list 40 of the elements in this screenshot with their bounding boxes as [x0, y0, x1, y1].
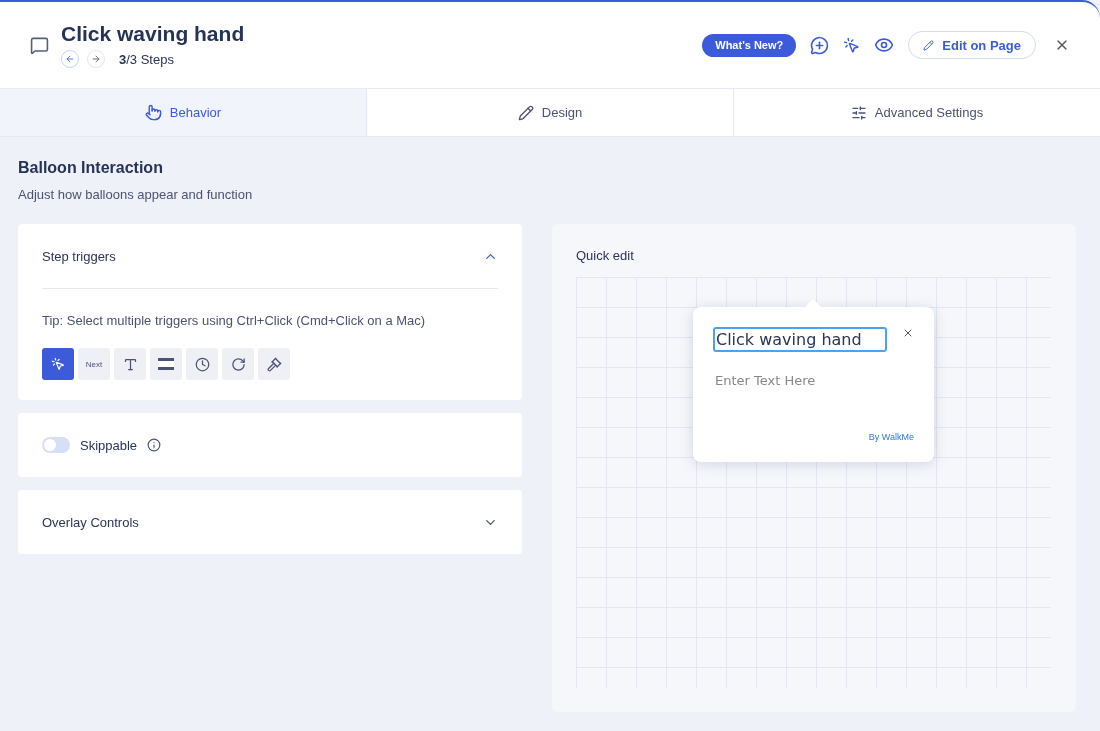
card-title: Step triggers [42, 248, 116, 264]
text-icon [122, 356, 138, 372]
rotate-icon [230, 356, 246, 372]
arrow-left-icon [65, 54, 75, 64]
trigger-button[interactable] [258, 348, 290, 380]
gavel-icon [266, 356, 282, 372]
trigger-button[interactable] [186, 348, 218, 380]
pencil-icon [923, 39, 935, 51]
cursor-click-icon[interactable] [843, 36, 861, 54]
sliders-icon [850, 104, 867, 121]
trigger-button[interactable] [150, 348, 182, 380]
balloon-title-field[interactable]: Click waving hand [713, 327, 887, 352]
whats-new-button[interactable]: What's New? [702, 33, 797, 57]
pencil-icon [517, 104, 534, 121]
trigger-button[interactable] [42, 348, 74, 380]
brand-link[interactable]: By WalkMe [868, 432, 914, 442]
panel-title: Quick edit [576, 248, 635, 263]
tab[interactable]: Behavior [0, 89, 367, 136]
step-counter: 3/3 Steps [119, 51, 174, 67]
trigger-button[interactable] [222, 348, 254, 380]
toggle-label: Skippable [80, 437, 138, 453]
cursor-click-icon [51, 357, 65, 371]
clock-icon [194, 356, 210, 372]
section-title: Balloon Interaction [18, 159, 164, 177]
trigger-button[interactable] [114, 348, 146, 380]
trigger-button[interactable]: Next [78, 348, 110, 380]
eye-icon[interactable] [874, 35, 895, 55]
step-title: Click waving hand [61, 22, 245, 46]
tip-text: Tip: Select multiple triggers using Ctrl+Click (Cmd+Click on a Mac) [42, 313, 427, 328]
add-comment-icon[interactable] [810, 35, 830, 55]
close-icon[interactable] [902, 327, 914, 339]
section-subtitle: Adjust how balloons appear and function [18, 187, 254, 202]
speech-bubble-icon [30, 35, 49, 55]
hand-pointer-icon [144, 104, 162, 121]
arrow-right-icon [91, 54, 101, 64]
info-icon[interactable] [147, 438, 162, 452]
card-title: Overlay Controls [42, 514, 139, 530]
skippable-toggle[interactable] [42, 437, 70, 453]
edit-on-page-button[interactable]: Edit on Page [908, 31, 1036, 59]
bar-icon [158, 358, 174, 370]
